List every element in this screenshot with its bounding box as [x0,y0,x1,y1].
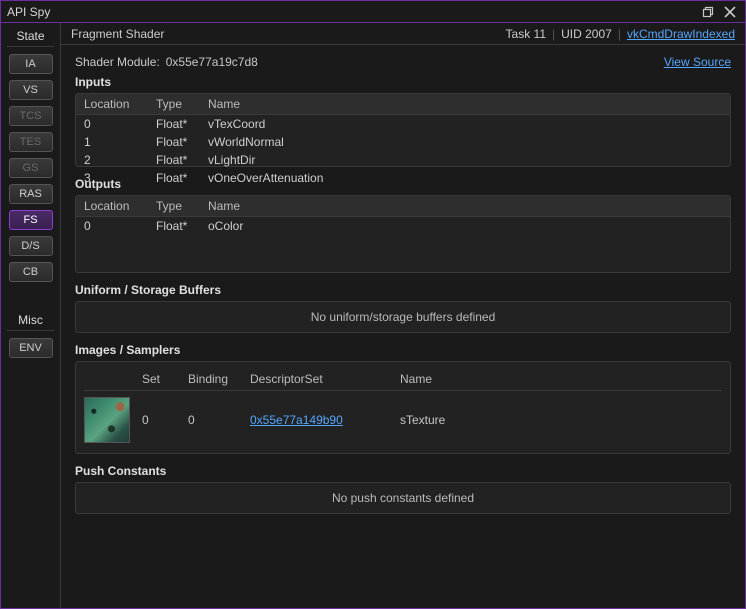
sidebar-item-ras[interactable]: RAS [9,184,53,204]
shader-module-value: 0x55e77a19c7d8 [166,55,258,69]
outputs-col-name: Name [200,196,730,217]
images-row-set: 0 [142,413,188,427]
section-images-title: Images / Samplers [75,343,731,357]
fragment-header: Fragment Shader Task 11 | UID 2007 | vkC… [61,23,745,45]
table-row[interactable]: 0Float*oColor [76,217,730,236]
texture-thumbnail[interactable] [84,397,130,443]
restore-icon[interactable] [699,3,717,21]
sidebar-item-tcs[interactable]: TCS [9,106,53,126]
uniforms-empty-msg: No uniform/storage buffers defined [311,310,496,324]
sep-1: | [552,27,555,41]
section-uniforms-title: Uniform / Storage Buffers [75,283,731,297]
push-empty-msg: No push constants defined [332,491,474,505]
images-row-name: sTexture [400,413,722,427]
push-constants-panel: No push constants defined [75,482,731,514]
titlebar: API Spy [1,1,745,23]
sidebar-item-ds[interactable]: D/S [9,236,53,256]
sidebar-item-ia[interactable]: IA [9,54,53,74]
sep-2: | [618,27,621,41]
uniforms-panel: No uniform/storage buffers defined [75,301,731,333]
api-spy-window: API Spy State IA VS TCS TES GS RAS FS D/… [0,0,746,609]
sidebar-heading-misc: Misc [7,313,54,331]
images-col-set: Set [142,372,188,386]
sidebar-item-env[interactable]: ENV [9,338,53,358]
task-label: Task 11 [506,27,546,41]
images-col-ds: DescriptorSet [250,372,400,386]
sidebar: State IA VS TCS TES GS RAS FS D/S CB Mis… [1,23,61,608]
inputs-col-name: Name [200,94,730,115]
shader-module-line: Shader Module: 0x55e77a19c7d8 View Sourc… [75,55,731,69]
images-row[interactable]: 0 0 0x55e77a149b90 sTexture [84,397,722,443]
table-row[interactable]: 2Float*vLightDir [76,151,730,169]
outputs-panel: Location Type Name 0Float*oColor [75,195,731,273]
sidebar-item-cb[interactable]: CB [9,262,53,282]
sidebar-heading-state: State [7,29,54,47]
main-panel: Fragment Shader Task 11 | UID 2007 | vkC… [61,23,745,608]
sidebar-item-tes[interactable]: TES [9,132,53,152]
inputs-col-type: Type [148,94,200,115]
section-inputs-title: Inputs [75,75,731,89]
inputs-panel: Location Type Name 0Float*vTexCoord 1Flo… [75,93,731,167]
fragment-title: Fragment Shader [71,27,506,41]
images-col-name: Name [400,372,722,386]
images-panel: Set Binding DescriptorSet Name 0 0 0x55e… [75,361,731,454]
descriptorset-link[interactable]: 0x55e77a149b90 [250,413,343,427]
close-icon[interactable] [721,3,739,21]
section-push-title: Push Constants [75,464,731,478]
window-title: API Spy [7,5,695,19]
view-source-link[interactable]: View Source [664,55,731,69]
sidebar-item-vs[interactable]: VS [9,80,53,100]
table-row[interactable]: 0Float*vTexCoord [76,115,730,134]
images-col-binding: Binding [188,372,250,386]
window-body: State IA VS TCS TES GS RAS FS D/S CB Mis… [1,23,745,608]
inputs-table: Location Type Name 0Float*vTexCoord 1Flo… [76,94,730,187]
table-row[interactable]: 1Float*vWorldNormal [76,133,730,151]
sidebar-item-fs[interactable]: FS [9,210,53,230]
cmd-link[interactable]: vkCmdDrawIndexed [627,27,735,41]
outputs-col-type: Type [148,196,200,217]
images-header-row: Set Binding DescriptorSet Name [84,370,722,391]
images-row-binding: 0 [188,413,250,427]
uid-label: UID 2007 [561,27,612,41]
shader-module-label: Shader Module: [75,55,160,69]
outputs-table: Location Type Name 0Float*oColor [76,196,730,235]
inputs-col-location: Location [76,94,148,115]
outputs-col-location: Location [76,196,148,217]
content-area: Shader Module: 0x55e77a19c7d8 View Sourc… [61,45,745,608]
sidebar-item-gs[interactable]: GS [9,158,53,178]
